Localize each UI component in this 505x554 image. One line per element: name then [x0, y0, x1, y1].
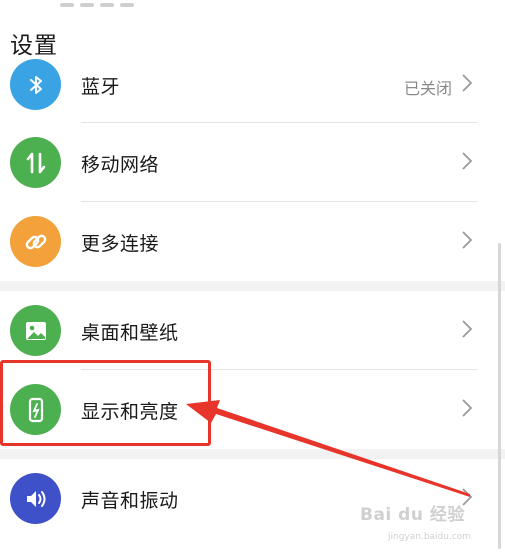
settings-screen: 设置 蓝牙 已关闭 移动网络 更多连接 桌面和壁纸 显示和亮度 声音和振动 Ba…	[0, 0, 505, 554]
settings-item-bluetooth[interactable]: 蓝牙 已关闭	[0, 45, 500, 123]
chevron-right-icon	[462, 320, 473, 338]
chevron-right-icon	[462, 399, 473, 417]
speaker-icon	[10, 473, 61, 524]
settings-item-label: 移动网络	[81, 154, 160, 176]
settings-item-label: 桌面和壁纸	[81, 322, 179, 344]
scrollbar[interactable]	[498, 243, 501, 549]
settings-item-label: 蓝牙	[81, 76, 121, 98]
chevron-right-icon	[462, 152, 473, 170]
watermark: Bai du 经验	[360, 505, 465, 525]
bluetooth-icon	[10, 59, 61, 110]
chevron-right-icon	[462, 231, 473, 249]
group-separator	[0, 281, 505, 291]
watermark-sub: jingyan.baidu.com	[388, 532, 472, 542]
group-separator	[0, 449, 505, 459]
mobile-data-icon	[10, 137, 61, 188]
settings-item-wallpaper[interactable]: 桌面和壁纸	[0, 291, 500, 369]
bluetooth-status: 已关闭	[403, 79, 452, 98]
settings-item-label: 更多连接	[81, 233, 160, 255]
image-icon	[10, 305, 61, 356]
link-icon	[10, 216, 61, 267]
settings-item-mobile-network[interactable]: 移动网络	[0, 123, 500, 201]
settings-item-more-connections[interactable]: 更多连接	[0, 202, 500, 280]
settings-item-sound[interactable]: 声音和振动	[0, 459, 500, 537]
chevron-right-icon	[462, 74, 473, 92]
highlight-box	[0, 360, 211, 446]
cut-off-status-bar	[60, 0, 200, 7]
settings-item-label: 声音和振动	[81, 490, 179, 512]
